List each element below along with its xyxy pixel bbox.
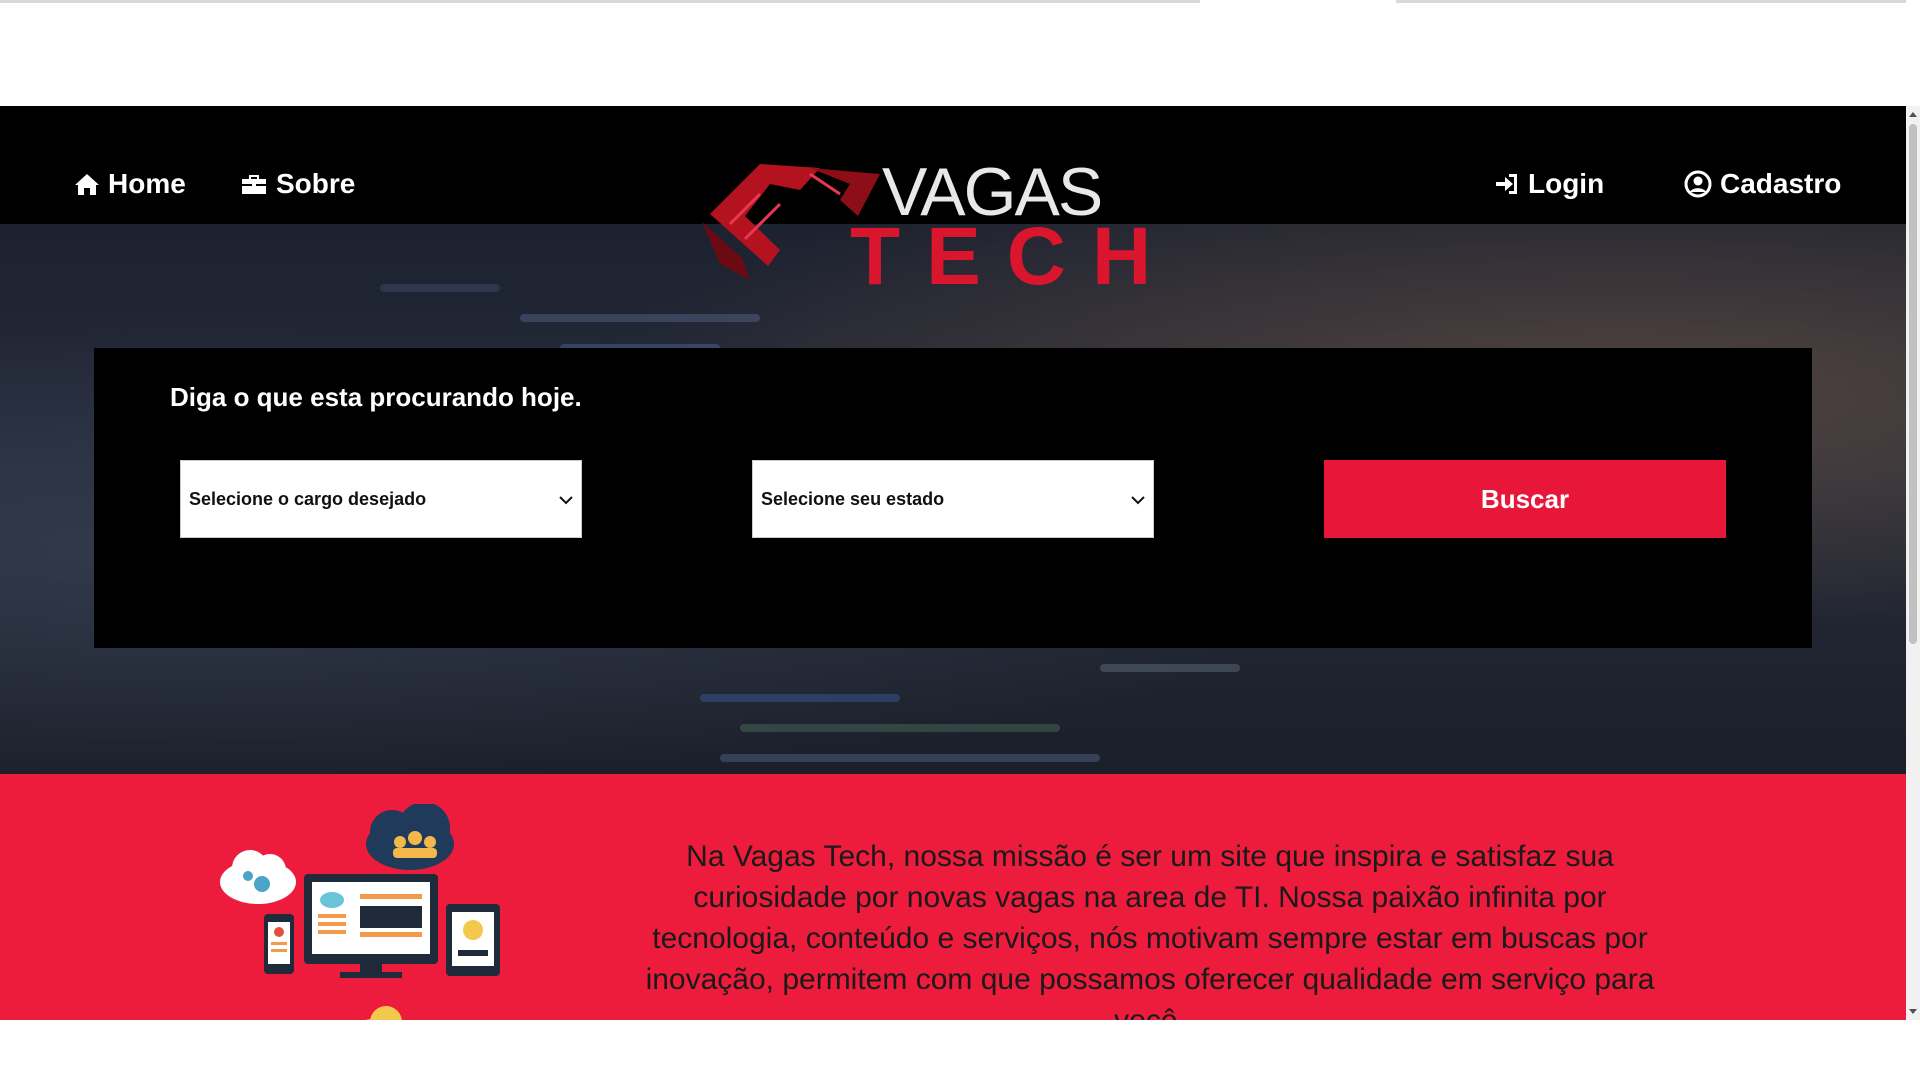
user-circle-icon — [1684, 170, 1712, 198]
chevron-down-icon — [559, 489, 573, 510]
background-code-decoration — [720, 754, 1100, 762]
search-button[interactable]: Buscar — [1324, 460, 1726, 538]
estado-select-value: Selecione seu estado — [761, 488, 945, 509]
background-code-decoration — [520, 314, 760, 322]
nav-signup-label: Cadastro — [1720, 168, 1842, 199]
hero-section: Diga o que esta procurando hoje. Selecio… — [0, 224, 1906, 774]
scrollbar-top-gap — [1906, 0, 1920, 106]
browser-active-tab-marker — [1200, 0, 1396, 3]
nav-home-label: Home — [108, 168, 186, 199]
cargo-select[interactable]: Selecione o cargo desejado — [180, 460, 582, 538]
team-cloud-icon — [366, 802, 454, 870]
browser-tab-line — [0, 0, 1920, 3]
scroll-down-arrow-icon[interactable] — [1909, 1009, 1917, 1014]
site-logo[interactable]: VAGAS TECH — [690, 154, 1160, 298]
briefcase-icon — [240, 172, 268, 196]
search-panel: Diga o que esta procurando hoje. Selecio… — [94, 348, 1812, 648]
nav-about-label: Sobre — [276, 168, 356, 199]
background-code-decoration — [700, 694, 900, 702]
page-viewport: Home Sobre Login Cadastro VAGAS TECH Dig… — [0, 106, 1906, 1020]
browser-top-strip — [0, 0, 1920, 106]
scroll-up-arrow-icon[interactable] — [1909, 112, 1917, 117]
devices-cloud-illustration — [210, 802, 530, 1020]
cargo-select-value: Selecione o cargo desejado — [189, 488, 427, 509]
home-icon — [74, 172, 100, 196]
nav-login-link[interactable]: Login — [1494, 168, 1604, 200]
nav-login-label: Login — [1528, 168, 1605, 199]
bottom-blank-area — [0, 1020, 1920, 1080]
chevron-down-icon — [1131, 489, 1145, 510]
nav-signup-link[interactable]: Cadastro — [1684, 168, 1841, 200]
background-code-decoration — [380, 284, 500, 292]
sign-in-icon — [1494, 172, 1520, 196]
logo-text-tech: TECH — [850, 211, 1178, 302]
settings-cloud-icon — [220, 850, 296, 904]
scrollbar-thumb[interactable] — [1909, 124, 1917, 644]
nav-about-link[interactable]: Sobre — [240, 168, 355, 200]
background-code-decoration — [1100, 664, 1240, 672]
search-title: Diga o que esta procurando hoje. — [170, 382, 582, 412]
estado-select[interactable]: Selecione seu estado — [752, 460, 1154, 538]
mission-section: Na Vagas Tech, nossa missão é ser um sit… — [0, 774, 1906, 1020]
mission-text: Na Vagas Tech, nossa missão é ser um sit… — [645, 840, 1655, 1020]
page-scrollbar[interactable] — [1906, 106, 1920, 1020]
background-code-decoration — [740, 724, 1060, 732]
nav-home-link[interactable]: Home — [74, 168, 186, 200]
